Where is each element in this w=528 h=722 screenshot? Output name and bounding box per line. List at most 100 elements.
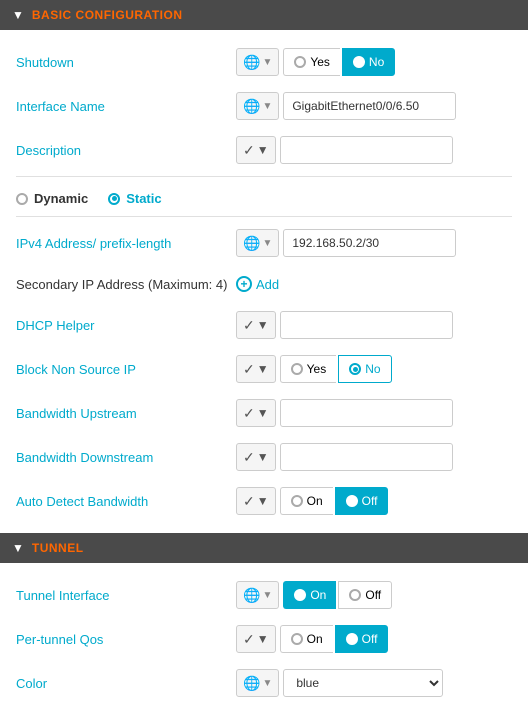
block-yes-dot: [294, 367, 299, 372]
shutdown-yes-dot: [298, 60, 303, 65]
block-no-dot: [353, 367, 358, 372]
dynamic-radio-circle: [16, 193, 28, 205]
ipv4-input[interactable]: [283, 229, 456, 257]
ipv4-controls: 🌐 ▼: [236, 229, 512, 257]
tunnel-on-option[interactable]: On: [283, 581, 336, 609]
qos-off-label: Off: [362, 632, 378, 646]
block-check-btn[interactable]: ✓ ▼: [236, 355, 276, 383]
block-check-icon: ✓: [243, 361, 255, 378]
interface-globe-icon: 🌐: [243, 98, 260, 115]
basic-config-chevron[interactable]: ▼: [12, 8, 24, 22]
qos-off-option[interactable]: Off: [335, 625, 389, 653]
bw-down-check-icon: ✓: [243, 449, 255, 466]
bandwidth-downstream-input[interactable]: [280, 443, 453, 471]
shutdown-yes-option[interactable]: Yes: [283, 48, 340, 76]
shutdown-row: Shutdown 🌐 ▼ Yes No: [16, 40, 512, 84]
basic-config-title: BASIC CONFIGURATION: [32, 8, 183, 22]
shutdown-controls: 🌐 ▼ Yes No: [236, 48, 512, 76]
qos-check-btn[interactable]: ✓ ▼: [236, 625, 276, 653]
block-no-circle: [349, 363, 361, 375]
interface-dropdown-arrow: ▼: [262, 101, 272, 112]
ipv4-label: IPv4 Address/ prefix-length: [16, 236, 236, 251]
tunnel-radio-group: On Off: [283, 581, 392, 609]
static-mode-option[interactable]: Static: [108, 191, 161, 206]
description-input[interactable]: [280, 136, 453, 164]
auto-off-dot: [349, 499, 354, 504]
bandwidth-upstream-row: Bandwidth Upstream ✓ ▼: [16, 391, 512, 435]
interface-name-label: Interface Name: [16, 99, 236, 114]
bw-up-check-btn[interactable]: ✓ ▼: [236, 399, 276, 427]
tunnel-on-circle: [294, 589, 306, 601]
dynamic-mode-option[interactable]: Dynamic: [16, 191, 88, 206]
block-yes-option[interactable]: Yes: [280, 355, 337, 383]
bw-down-dropdown-arrow: ▼: [257, 450, 269, 464]
static-mode-label: Static: [126, 191, 161, 206]
ipv4-row: IPv4 Address/ prefix-length 🌐 ▼: [16, 221, 512, 265]
qos-on-option[interactable]: On: [280, 625, 333, 653]
qos-on-circle: [291, 633, 303, 645]
tunnel-off-label: Off: [365, 588, 381, 602]
tunnel-icon-btn[interactable]: 🌐 ▼: [236, 581, 279, 609]
shutdown-no-option[interactable]: No: [342, 48, 395, 76]
description-dropdown-arrow: ▼: [257, 143, 269, 157]
color-icon-btn[interactable]: 🌐 ▼: [236, 669, 279, 697]
mode-row: Dynamic Static: [16, 181, 512, 212]
dynamic-radio-dot: [20, 196, 25, 201]
block-yes-circle: [291, 363, 303, 375]
auto-detect-radio-group: On Off: [280, 487, 389, 515]
block-non-source-controls: ✓ ▼ Yes No: [236, 355, 512, 383]
basic-config-header: ▼ BASIC CONFIGURATION: [0, 0, 528, 30]
shutdown-yes-label: Yes: [310, 55, 330, 69]
color-globe-dropdown-arrow: ▼: [262, 678, 272, 689]
tunnel-chevron[interactable]: ▼: [12, 541, 24, 555]
dhcp-check-btn[interactable]: ✓ ▼: [236, 311, 276, 339]
secondary-ip-controls: + Add: [236, 276, 512, 292]
description-check-btn[interactable]: ✓ ▼: [236, 136, 276, 164]
block-dropdown-arrow: ▼: [257, 362, 269, 376]
dhcp-dropdown-arrow: ▼: [257, 318, 269, 332]
static-radio-dot: [112, 196, 117, 201]
auto-check-btn[interactable]: ✓ ▼: [236, 487, 276, 515]
per-tunnel-qos-label: Per-tunnel Qos: [16, 632, 236, 647]
block-no-option[interactable]: No: [338, 355, 391, 383]
qos-radio-group: On Off: [280, 625, 389, 653]
ipv4-globe-icon: 🌐: [243, 235, 260, 252]
color-row: Color 🌐 ▼ blue bronze custom1 custom2 cu…: [16, 661, 512, 705]
tunnel-header: ▼ TUNNEL: [0, 533, 528, 563]
per-tunnel-qos-controls: ✓ ▼ On Off: [236, 625, 512, 653]
tunnel-dropdown-arrow: ▼: [262, 590, 272, 601]
bandwidth-upstream-controls: ✓ ▼: [236, 399, 512, 427]
block-non-source-label: Block Non Source IP: [16, 362, 236, 377]
dhcp-helper-label: DHCP Helper: [16, 318, 236, 333]
shutdown-no-circle: [353, 56, 365, 68]
auto-off-label: Off: [362, 494, 378, 508]
interface-name-input[interactable]: [283, 92, 456, 120]
dhcp-input[interactable]: [280, 311, 453, 339]
bandwidth-upstream-input[interactable]: [280, 399, 453, 427]
bw-up-dropdown-arrow: ▼: [257, 406, 269, 420]
ipv4-icon-btn[interactable]: 🌐 ▼: [236, 229, 279, 257]
block-no-label: No: [365, 362, 380, 376]
tunnel-title: TUNNEL: [32, 541, 84, 555]
divider-2: [16, 216, 512, 217]
interface-icon-btn[interactable]: 🌐 ▼: [236, 92, 279, 120]
tunnel-on-label: On: [310, 588, 326, 602]
tunnel-off-option[interactable]: Off: [338, 581, 392, 609]
tunnel-body: Tunnel Interface 🌐 ▼ On Off: [0, 563, 528, 715]
tunnel-off-dot: [353, 593, 358, 598]
secondary-ip-label: Secondary IP Address (Maximum: 4): [16, 277, 236, 292]
block-yes-label: Yes: [307, 362, 327, 376]
shutdown-dropdown-arrow: ▼: [262, 57, 272, 68]
ipv4-dropdown-arrow: ▼: [262, 238, 272, 249]
bw-down-check-btn[interactable]: ✓ ▼: [236, 443, 276, 471]
auto-detect-label: Auto Detect Bandwidth: [16, 494, 236, 509]
secondary-ip-add-link[interactable]: + Add: [236, 276, 279, 292]
bandwidth-upstream-label: Bandwidth Upstream: [16, 406, 236, 421]
tunnel-interface-label: Tunnel Interface: [16, 588, 236, 603]
auto-off-option[interactable]: Off: [335, 487, 389, 515]
dhcp-check-icon: ✓: [243, 317, 255, 334]
auto-on-option[interactable]: On: [280, 487, 333, 515]
static-radio-circle: [108, 193, 120, 205]
color-select[interactable]: blue bronze custom1 custom2 custom3 defa…: [283, 669, 443, 697]
shutdown-icon-btn[interactable]: 🌐 ▼: [236, 48, 279, 76]
